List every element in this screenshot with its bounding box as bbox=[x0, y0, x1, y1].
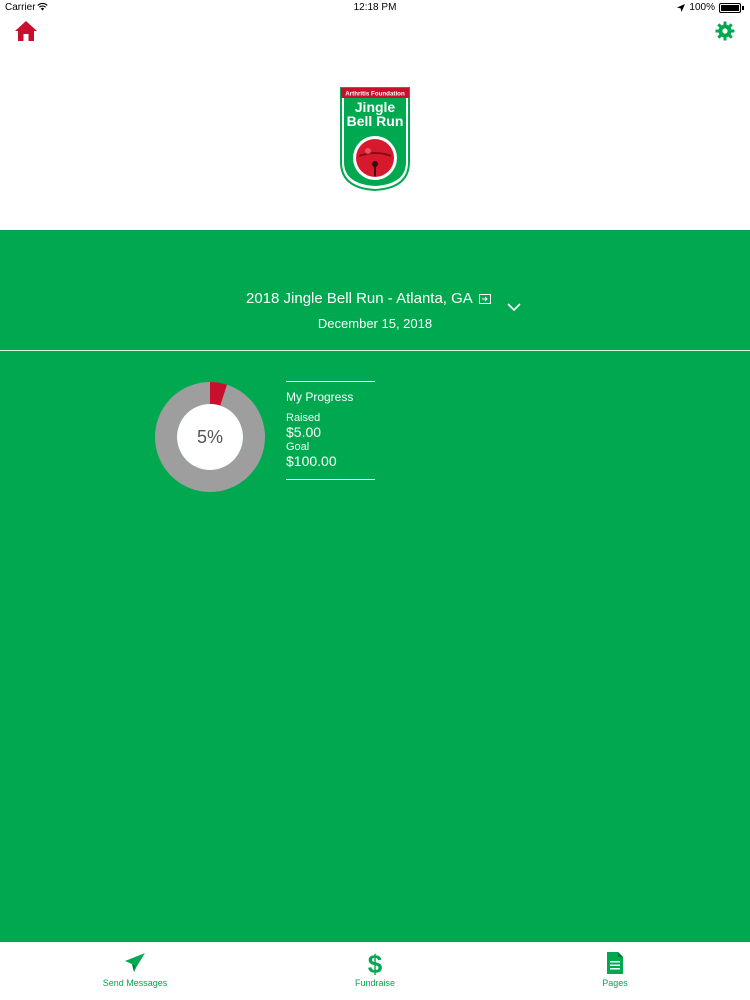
event-header[interactable]: 2018 Jingle Bell Run - Atlanta, GA Decem… bbox=[0, 230, 750, 350]
home-icon[interactable] bbox=[14, 20, 38, 42]
tab-label: Fundraise bbox=[354, 978, 396, 988]
tab-label: Pages bbox=[602, 978, 628, 988]
battery-percent: 100% bbox=[689, 2, 715, 13]
logo-line2: Bell Run bbox=[347, 113, 404, 129]
external-link-icon[interactable] bbox=[478, 293, 491, 304]
progress-card: My Progress Raised $5.00 Goal $100.00 bbox=[286, 381, 376, 480]
raised-value: $5.00 bbox=[286, 424, 322, 440]
tab-fundraise[interactable]: $ Fundraise bbox=[315, 942, 435, 1000]
event-title-row[interactable]: 2018 Jingle Bell Run - Atlanta, GA bbox=[246, 290, 491, 307]
main-panel: 2018 Jingle Bell Run - Atlanta, GA Decem… bbox=[0, 230, 750, 942]
dollar-icon: $ bbox=[368, 951, 383, 975]
gear-icon[interactable] bbox=[715, 21, 735, 41]
tab-pages[interactable]: Pages bbox=[555, 942, 675, 1000]
logo-org-text: Arthritis Foundation bbox=[345, 91, 405, 98]
status-right: 100% bbox=[677, 2, 744, 13]
divider bbox=[0, 350, 750, 351]
battery-tip bbox=[742, 5, 744, 10]
event-title: 2018 Jingle Bell Run - Atlanta, GA bbox=[246, 290, 473, 307]
progress-bottom-rule bbox=[286, 479, 375, 480]
jingle-bell-run-logo: Arthritis Foundation Jingle Bell Run bbox=[340, 87, 410, 192]
tab-send-messages[interactable]: Send Messages bbox=[75, 942, 195, 1000]
progress-top-rule bbox=[286, 381, 375, 382]
event-date: December 15, 2018 bbox=[317, 316, 433, 331]
goal-value: $100.00 bbox=[286, 453, 337, 469]
tab-bar: Send Messages $ Fundraise Pages bbox=[0, 942, 750, 1000]
paper-plane-icon bbox=[125, 953, 145, 972]
battery-icon bbox=[719, 2, 741, 13]
tab-label: Send Messages bbox=[102, 978, 168, 988]
progress-heading: My Progress bbox=[286, 390, 354, 404]
svg-text:$: $ bbox=[368, 951, 383, 975]
goal-label: Goal bbox=[286, 441, 310, 453]
document-icon bbox=[607, 952, 623, 974]
location-arrow-icon bbox=[677, 3, 686, 12]
raised-label: Raised bbox=[286, 412, 321, 424]
clock: 12:18 PM bbox=[353, 2, 397, 13]
chevron-down-icon[interactable] bbox=[506, 302, 522, 312]
progress-percent: 5% bbox=[196, 426, 223, 447]
status-bar: Carrier 12:18 PM 100% bbox=[0, 0, 750, 15]
